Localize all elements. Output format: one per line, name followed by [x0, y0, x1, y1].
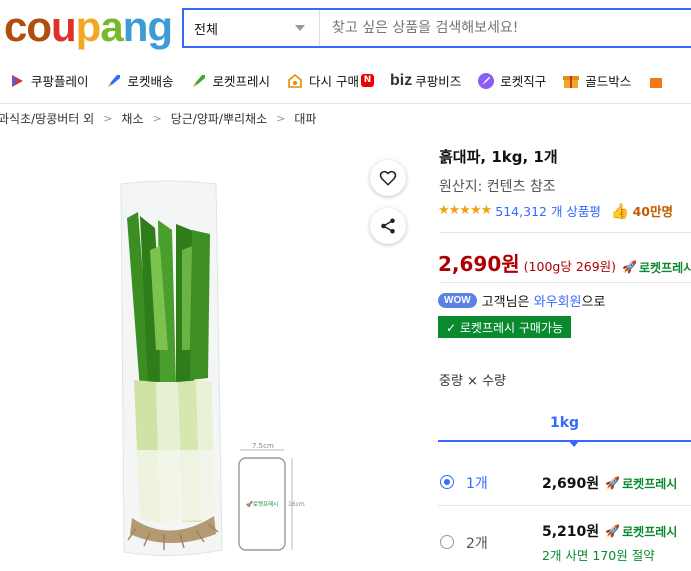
divider: [439, 282, 691, 283]
biz-logo: biz: [390, 71, 413, 89]
logo-letter: a: [100, 3, 123, 50]
breadcrumb-item[interactable]: 대파: [294, 110, 316, 127]
share-button[interactable]: [370, 208, 406, 244]
option-row-1[interactable]: 1개 2,690원 🚀 로켓프레시: [438, 458, 691, 506]
chevron-down-icon: [295, 25, 305, 31]
nav-item-rocket-fresh[interactable]: 로켓프레시: [190, 71, 271, 90]
rocket-fresh-icon: [190, 72, 208, 90]
option-price-row: 2,690원 🚀 로켓프레시: [542, 473, 677, 493]
nav-item-reorder[interactable]: 다시 구매 N: [286, 71, 375, 90]
nav-item-label: 다시 구매: [309, 74, 360, 89]
thumbs-up-icon: 👍: [610, 201, 630, 220]
rocket-fresh-label: 로켓프레시: [622, 524, 678, 539]
category-select[interactable]: 전체: [184, 10, 320, 46]
phone-height-label: 16cm: [288, 501, 305, 508]
rocket-fresh-icon: 🚀: [605, 476, 621, 490]
wow-text-suffix: 으로: [581, 295, 606, 310]
logo-letter: p: [75, 3, 102, 50]
share-icon: [381, 218, 395, 234]
wow-member-row: WOW 고객님은 와우회원 으로: [438, 291, 605, 310]
nav-item-label: 로켓배송: [127, 74, 174, 89]
logo-letter: g: [147, 3, 173, 50]
nav-item-label: 쿠팡플레이: [31, 74, 89, 89]
breadcrumb-item[interactable]: 당근/양파/뿌리채소: [171, 110, 267, 127]
option-price: 2,690원: [542, 476, 600, 492]
price-row: 2,690원 (100g당 269원) 🚀 로켓프레시: [438, 248, 691, 277]
option-price: 5,210원: [542, 524, 600, 540]
bag-icon: [647, 72, 665, 90]
option-quantity: 2개: [466, 536, 488, 552]
star-rating-icon: ★★★★★: [438, 203, 492, 218]
nav-item-label: 쿠팡비즈: [415, 74, 462, 89]
wishlist-button[interactable]: [370, 160, 406, 196]
nav-item-rocket-delivery[interactable]: 로켓배송: [105, 71, 174, 90]
rocket-fresh-label: 로켓프레시: [622, 476, 678, 491]
rating-row: ★★★★★ 514,312 개 상품평 👍 40만명: [438, 201, 673, 220]
goldbox-icon: [562, 72, 580, 90]
rocket-fresh-badge: 🚀 로켓프레시: [605, 475, 677, 492]
coupang-logo[interactable]: coupang: [4, 3, 173, 50]
review-count-link[interactable]: 514,312 개 상품평: [495, 201, 601, 220]
rocket-fresh-badge: 🚀 로켓프레시: [622, 259, 691, 276]
tab-indicator-arrow: [568, 440, 580, 447]
option-price-row: 5,210원 🚀 로켓프레시: [542, 521, 677, 541]
breadcrumb-item[interactable]: 채소: [121, 110, 143, 127]
logo-letter: n: [122, 3, 149, 50]
unit-price: (100g당 269원): [523, 259, 617, 274]
phone-badge-label: 🚀로켓프레시: [246, 500, 278, 508]
logo-letter: c: [4, 3, 27, 50]
rocket-fresh-icon: 🚀: [605, 524, 621, 538]
green-onion-image: 7.5cm 🚀로켓프레시 16cm: [120, 180, 305, 557]
breadcrumb: 과식초/땅콩버터 외 > 채소 > 당근/양파/뿌리채소 > 대파: [0, 110, 316, 127]
radio-button-selected[interactable]: [440, 475, 454, 489]
nav-item-label: 로켓프레시: [212, 74, 271, 89]
tab-weight-1kg[interactable]: 1kg: [438, 408, 691, 442]
breadcrumb-item[interactable]: 과식초/땅콩버터 외: [0, 110, 94, 127]
category-select-label: 전체: [194, 22, 218, 38]
wow-member-link[interactable]: 와우회원: [534, 291, 582, 310]
option-label: 중량 × 수량: [439, 374, 506, 389]
sale-price: 2,690원: [438, 252, 520, 276]
rocket-fresh-label: 로켓프레시: [639, 260, 691, 275]
bulk-saving-note: 2개 사면 170원 절약: [542, 548, 655, 563]
top-nav: 쿠팡플레이 로켓배송 로켓프레시 다시 구매 N biz 쿠팡비즈 로켓직구 골…: [0, 58, 691, 104]
nav-item-coupang-play[interactable]: 쿠팡플레이: [8, 71, 89, 90]
new-badge: N: [361, 74, 375, 87]
chevron-right-icon: >: [276, 112, 286, 125]
wow-badge: WOW: [438, 293, 477, 308]
global-rocket-icon: [477, 72, 495, 90]
product-title: 흙대파, 1kg, 1개: [439, 148, 558, 166]
search-bar: 전체: [182, 8, 691, 48]
buyer-count: 40만명: [632, 204, 674, 219]
rocket-fresh-badge: 🚀 로켓프레시: [605, 523, 677, 540]
nav-item-goldbox[interactable]: 골드박스: [562, 71, 631, 90]
logo-letter: o: [26, 3, 52, 50]
nav-item-label: 로켓직구: [500, 74, 547, 89]
nav-item-label: 골드박스: [585, 74, 632, 89]
phone-width-label: 7.5cm: [252, 442, 274, 450]
chevron-right-icon: >: [152, 112, 162, 125]
nav-item-more[interactable]: [647, 72, 670, 90]
nav-item-coupang-biz[interactable]: biz 쿠팡비즈: [390, 71, 461, 90]
logo-letter: u: [51, 3, 77, 50]
heart-icon: [379, 170, 397, 186]
nav-item-rocket-global[interactable]: 로켓직구: [477, 71, 546, 90]
rocket-fresh-icon: 🚀: [622, 260, 638, 274]
rocket-icon: [105, 72, 123, 90]
radio-button[interactable]: [440, 535, 454, 549]
option-quantity: 1개: [466, 476, 488, 492]
product-image: 7.5cm 🚀로켓프레시 16cm: [0, 150, 360, 571]
reorder-icon: [286, 72, 304, 90]
divider: [439, 232, 691, 233]
search-input[interactable]: [320, 10, 691, 46]
chevron-right-icon: >: [103, 112, 113, 125]
wow-text: 고객님은: [481, 295, 530, 310]
option-row-2[interactable]: 2개 5,210원 🚀 로켓프레시 2개 사면 170원 절약: [438, 507, 691, 571]
fresh-available-badge: ✓ 로켓프레시 구매가능: [438, 316, 572, 338]
product-origin: 원산지: 컨텐츠 참조: [439, 179, 556, 195]
play-icon: [8, 72, 26, 90]
